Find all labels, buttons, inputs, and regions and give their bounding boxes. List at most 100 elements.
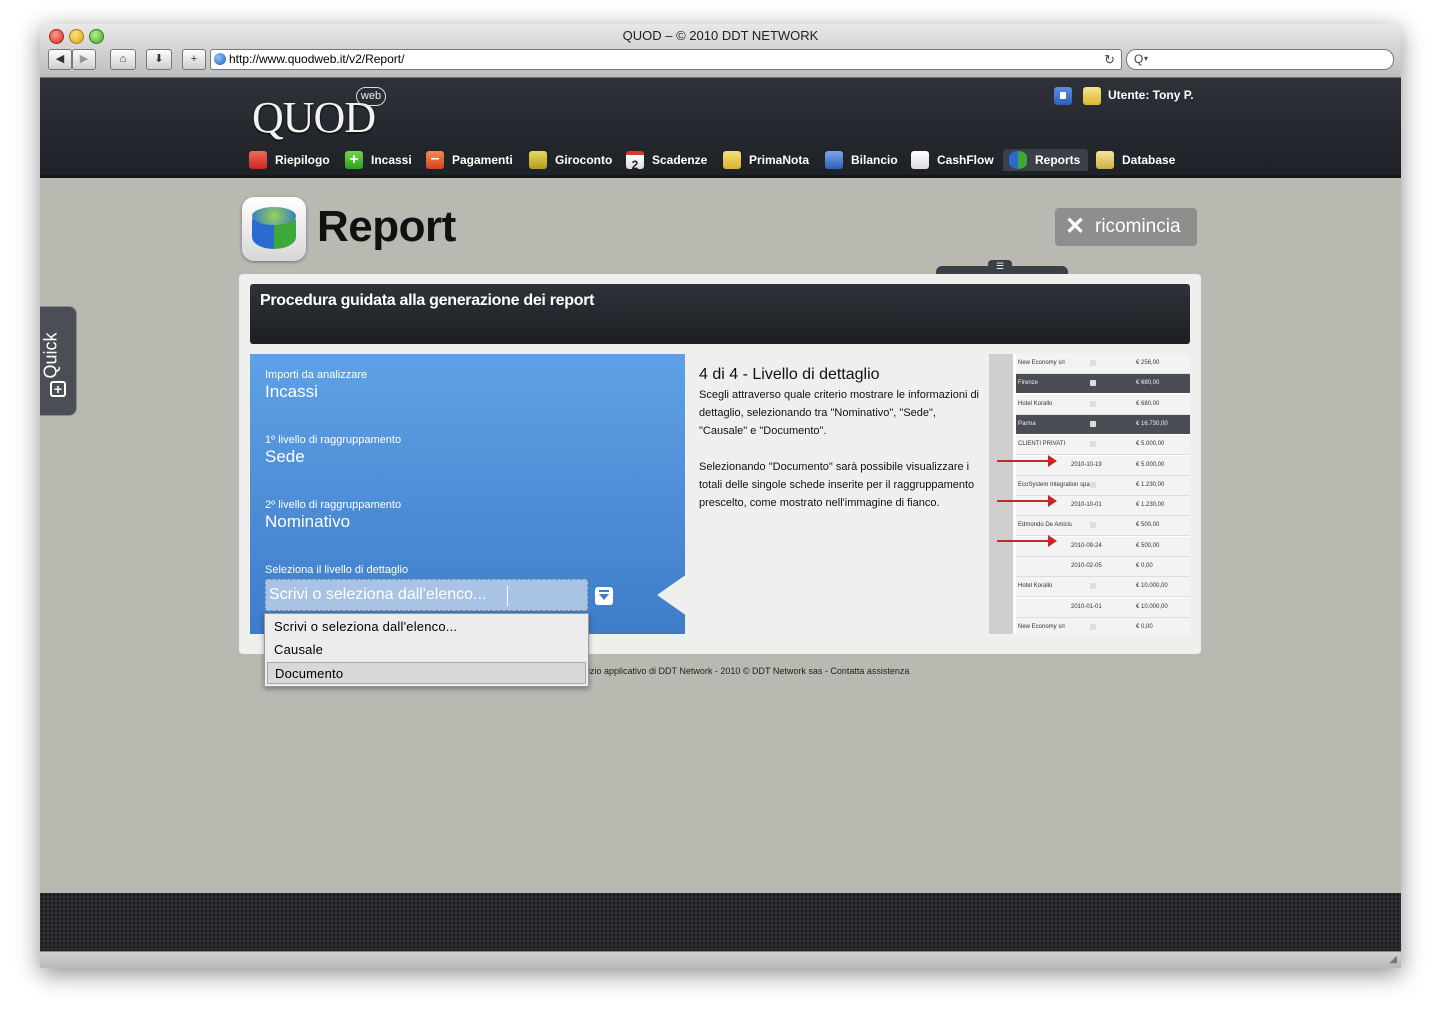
preview-row: Edmondo De Amicis € 500,00 — [1016, 516, 1190, 537]
page-title: Report — [317, 202, 456, 251]
nav-cashflow[interactable]: CashFlow — [911, 149, 994, 171]
preview-row-amount: € 0,00 — [1136, 563, 1153, 569]
wizard-header: Procedura guidata alla generazione dei r… — [250, 284, 1190, 344]
nav-label: PrimaNota — [749, 153, 810, 167]
wizard-summary: Importi da analizzare Incassi 1º livello… — [250, 354, 687, 634]
database-icon — [1096, 151, 1114, 169]
nav-label: Incassi — [371, 153, 412, 167]
preview-row-checkbox-icon — [1090, 481, 1096, 488]
nav-giroconto[interactable]: Giroconto — [529, 149, 612, 171]
user-icon[interactable] — [1083, 87, 1101, 105]
window-title: QUOD – © 2010 DDT NETWORK — [622, 28, 819, 43]
reload-icon[interactable]: ↻ — [1104, 50, 1115, 69]
quick-panel-tab[interactable]: Quick + — [40, 306, 77, 416]
preview-row-checkbox-icon — [1090, 360, 1096, 366]
resize-grip-icon[interactable]: ◢ — [1389, 954, 1397, 965]
logo-web-badge: web — [356, 87, 386, 106]
dropdown-option[interactable]: Scrivi o seleziona dall'elenco... — [267, 616, 586, 638]
preview-row: 2010-02-05 € 0,00 — [1016, 557, 1190, 577]
select-label: Seleziona il livello di dettaglio — [265, 564, 409, 576]
reports-icon — [1009, 151, 1027, 169]
nav-pagamenti[interactable]: – Pagamenti — [426, 149, 513, 171]
lock-icon[interactable] — [1054, 87, 1072, 105]
back-button[interactable]: ◀ — [48, 49, 72, 70]
browser-chrome: QUOD – © 2010 DDT NETWORK ◀ ▶ ⌂ ⬇ + http… — [40, 24, 1401, 78]
preview-row-date: 2010-01-01 — [1071, 603, 1102, 610]
field-value: Nominativo — [265, 512, 351, 531]
nav-bilancio[interactable]: Bilancio — [825, 149, 898, 171]
preview-row-amount: € 0,00 — [1136, 623, 1153, 630]
panel-tab-handle[interactable]: ☰ — [936, 260, 1068, 274]
combobox-text: Scrivi o seleziona dall'elenco... — [269, 586, 487, 603]
preview-row-name: Parma — [1018, 420, 1036, 427]
nav-label: Scadenze — [652, 153, 708, 167]
search-field[interactable]: Q ▾ — [1126, 49, 1394, 70]
preview-row-checkbox-icon — [1090, 441, 1096, 448]
report-app-icon — [242, 197, 306, 261]
preview-row-checkbox-icon — [1090, 380, 1096, 387]
riepilogo-icon — [249, 151, 267, 169]
plus-icon: + — [345, 151, 363, 169]
preview-row: Hotel Korallo € 680,00 — [1016, 394, 1190, 415]
nav-reports[interactable]: Reports — [1003, 149, 1089, 171]
preview-row-amount: € 10.000,00 — [1136, 583, 1168, 590]
nav-riepilogo[interactable]: Riepilogo — [249, 149, 330, 171]
plus-icon: + — [190, 53, 198, 65]
restart-button[interactable]: ✕ ricomincia — [1055, 208, 1197, 246]
new-tab-button[interactable]: + — [182, 49, 206, 70]
nav-database[interactable]: Database — [1096, 149, 1175, 171]
field-label: 2º livello di raggruppamento — [265, 499, 402, 511]
quick-label: Quick — [40, 332, 61, 379]
detail-level-dropdown: Scrivi o seleziona dall'elenco... Causal… — [264, 613, 589, 687]
nav-scadenze[interactable]: 2 Scadenze — [626, 149, 708, 172]
nav-label: Database — [1122, 153, 1176, 167]
address-bar[interactable]: http://www.quodweb.it/v2/Report/ ↻ — [210, 49, 1122, 70]
dropdown-option[interactable]: Causale — [267, 639, 586, 661]
step-description: 4 di 4 - Livello di dettaglio Scegli att… — [699, 366, 984, 512]
preview-row: Hotel Korallo € 10.000,00 — [1016, 577, 1190, 598]
footer-note[interactable]: izio applicativo di DDT Network - 2010 ©… — [588, 666, 909, 676]
plus-icon: + — [50, 381, 66, 397]
combobox-dropdown-icon[interactable] — [595, 587, 613, 605]
step-title: 4 di 4 - Livello di dettaglio — [699, 366, 880, 383]
preview-row-amount: € 16.730,00 — [1136, 420, 1168, 427]
nav-label: CashFlow — [937, 153, 994, 167]
preview-row-date: 2010-02-05 — [1071, 563, 1102, 569]
preview-row-amount: € 500,00 — [1136, 522, 1160, 529]
minus-icon: – — [426, 151, 444, 169]
detail-level-combobox[interactable]: Scrivi o seleziona dall'elenco... — [265, 579, 588, 611]
user-label[interactable]: Utente: Tony P. — [1108, 88, 1194, 102]
nav-incassi[interactable]: + Incassi — [345, 149, 412, 171]
red-arrow-icon — [997, 535, 1057, 547]
red-arrow-icon — [997, 495, 1057, 507]
downloads-button[interactable]: ⬇ — [146, 49, 172, 70]
preview-strip — [989, 354, 1013, 634]
preview-row-amount: € 256,00 — [1136, 360, 1160, 366]
preview-row: 2010-01-01 € 10.000,00 — [1016, 597, 1190, 618]
preview-row-name: New Economy srl — [1018, 360, 1065, 366]
home-button[interactable]: ⌂ — [110, 49, 136, 70]
forward-button[interactable]: ▶ — [72, 49, 96, 70]
preview-row-checkbox-icon — [1090, 400, 1096, 407]
calendar-icon: 2 — [626, 151, 644, 172]
status-bar: ◢ — [40, 951, 1401, 968]
preview-row: New Economy srl € 256,00 — [1016, 354, 1190, 374]
preview-row-amount: € 500,00 — [1136, 542, 1160, 549]
back-arrow-icon: ◀ — [55, 53, 65, 65]
preview-row-name: Hotel Korallo — [1018, 400, 1053, 407]
dropdown-option-selected[interactable]: Documento — [267, 662, 586, 684]
preview-row-name: New Economy srl — [1018, 623, 1065, 630]
transfer-icon — [529, 151, 547, 169]
nav-primanota[interactable]: PrimaNota — [723, 149, 809, 171]
nav-label: Pagamenti — [452, 153, 513, 167]
preview-row-name: Hotel Korallo — [1018, 583, 1053, 590]
wizard-panel: Procedura guidata alla generazione dei r… — [239, 274, 1201, 654]
preview-row: 2010-10-19 € 5.000,00 — [1016, 455, 1190, 476]
preview-row-amount: € 10.000,00 — [1136, 603, 1168, 610]
preview-row-name: Firenze — [1018, 380, 1039, 387]
notebook-icon — [723, 151, 741, 169]
preview-row-date: 2010-10-19 — [1071, 461, 1102, 468]
preview-row-date: 2010-10-01 — [1071, 502, 1102, 509]
field-label: Importi da analizzare — [265, 369, 368, 381]
close-icon: ✕ — [1065, 213, 1086, 240]
